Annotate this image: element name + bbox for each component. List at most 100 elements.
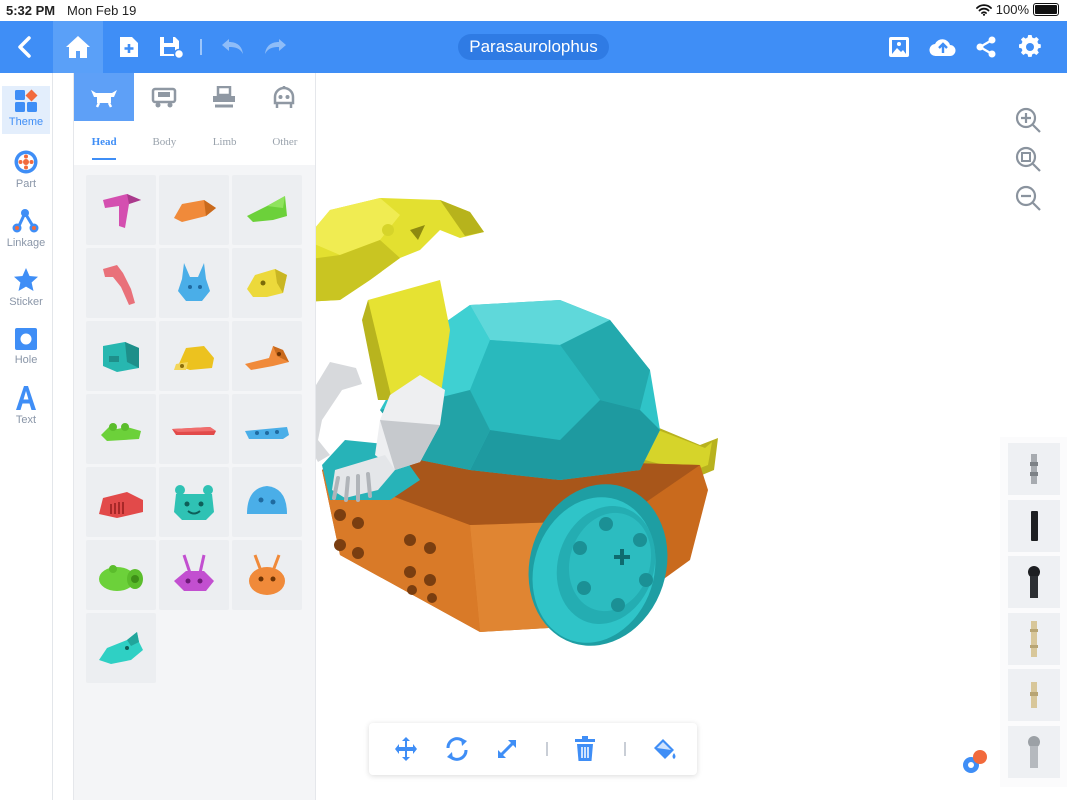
purple-bug-head-thumb — [174, 554, 214, 591]
tab-body[interactable]: Body — [134, 129, 194, 163]
model-canvas[interactable] — [302, 73, 1067, 800]
yellow-dino-head-thumb — [247, 269, 287, 297]
scale-button[interactable] — [491, 733, 523, 765]
sidebar-item-linkage[interactable]: Linkage — [2, 206, 50, 254]
zoom-in-button[interactable] — [1012, 104, 1044, 136]
part-green-snout-head[interactable] — [86, 540, 156, 610]
sidebar-item-text[interactable]: Text — [2, 383, 50, 431]
part-teal-dragon-head[interactable] — [86, 613, 156, 683]
parasaurolophus-model[interactable] — [302, 73, 1067, 800]
sidebar-item-part[interactable]: Part — [2, 147, 50, 195]
teal-bear-head-thumb — [174, 485, 214, 520]
green-frog-head-thumb — [101, 423, 141, 441]
part-orange-antenna-head[interactable] — [232, 540, 302, 610]
gray-pin-connector[interactable] — [1008, 443, 1060, 495]
orange-bird-head-thumb — [245, 346, 289, 370]
tab-head[interactable]: Head — [74, 129, 134, 163]
blue-round-head-thumb — [247, 486, 287, 514]
part-red-stick-head[interactable] — [159, 394, 229, 464]
orange-beak-head-thumb — [174, 200, 216, 222]
move-button[interactable] — [390, 733, 422, 765]
sidebar-item-hole[interactable]: Hole — [2, 324, 50, 372]
tan-long-pin-connector[interactable] — [1008, 613, 1060, 665]
parts-grid-area — [74, 165, 315, 800]
part-purple-bug-head[interactable] — [159, 540, 229, 610]
tab-vehicle[interactable] — [134, 73, 194, 121]
top-toolbar: Parasaurolophus — [0, 21, 1067, 73]
yellow-shell-head-thumb — [174, 346, 214, 370]
scale-icon — [497, 739, 517, 759]
part-blue-round-head[interactable] — [232, 467, 302, 537]
part-red-grill-head[interactable] — [86, 467, 156, 537]
blue-flat-head-thumb — [245, 427, 289, 439]
tab-limb[interactable]: Limb — [195, 129, 255, 163]
save-icon — [160, 37, 184, 59]
tan-long-pin-icon — [1030, 621, 1038, 657]
part-orange-beak-head[interactable] — [159, 175, 229, 245]
tan-pin-connector[interactable] — [1008, 669, 1060, 721]
blue-bunny-head-thumb — [178, 263, 210, 301]
part-yellow-dino-head[interactable] — [232, 248, 302, 318]
zoom-fit-button[interactable] — [1012, 143, 1044, 175]
back-button[interactable] — [0, 21, 50, 73]
part-teal-bear-head[interactable] — [159, 467, 229, 537]
text-icon — [16, 386, 36, 410]
zoom-out-icon — [1015, 185, 1041, 211]
settings-button[interactable] — [1015, 21, 1045, 73]
status-bar: 5:32 PM Mon Feb 19 100% — [0, 0, 1067, 21]
pink-crest-head-thumb — [103, 194, 141, 228]
assistant-icon — [963, 750, 987, 773]
back-icon — [18, 36, 31, 58]
paint-button[interactable] — [649, 733, 681, 765]
new-file-button[interactable] — [115, 21, 143, 73]
gray-ball-pin-icon — [1028, 736, 1040, 768]
zoom-out-button[interactable] — [1012, 182, 1044, 214]
vehicle-icon — [151, 87, 177, 108]
delete-button[interactable] — [569, 733, 601, 765]
part-blue-flat-head[interactable] — [232, 394, 302, 464]
sidebar-item-label: Sticker — [9, 296, 43, 308]
paint-icon — [654, 739, 676, 759]
toolbar-divider — [200, 39, 202, 55]
rotate-icon — [446, 737, 468, 761]
black-beam-connector[interactable] — [1008, 500, 1060, 552]
pink-longneck-head-thumb — [103, 265, 135, 305]
undo-button[interactable] — [218, 21, 248, 73]
tab-robot[interactable] — [254, 73, 314, 121]
sidebar-item-theme[interactable]: Theme — [2, 86, 50, 134]
animal-icon — [91, 90, 117, 108]
black-ball-connector[interactable] — [1008, 556, 1060, 608]
save-button[interactable] — [157, 21, 185, 73]
part-pink-crest-head[interactable] — [86, 175, 156, 245]
gray-ball-pin-connector[interactable] — [1008, 726, 1060, 778]
black-ball-icon — [1028, 566, 1040, 598]
part-teal-robot-head[interactable] — [86, 321, 156, 391]
home-icon — [66, 36, 90, 58]
part-green-croc-head[interactable] — [232, 175, 302, 245]
part-yellow-shell-head[interactable] — [159, 321, 229, 391]
part-pink-longneck-head[interactable] — [86, 248, 156, 318]
zoom-fit-icon — [1015, 146, 1041, 172]
part-orange-bird-head[interactable] — [232, 321, 302, 391]
teal-dragon-head-thumb — [99, 632, 143, 664]
tab-animal[interactable] — [74, 73, 134, 121]
part-blue-bunny-head[interactable] — [159, 248, 229, 318]
share-icon — [976, 36, 996, 58]
assistant-button[interactable] — [960, 746, 990, 776]
share-button[interactable] — [972, 21, 1000, 73]
sidebar-item-label: Hole — [14, 354, 38, 366]
cloud-upload-icon — [929, 39, 956, 57]
part-green-frog-head[interactable] — [86, 394, 156, 464]
tab-other[interactable]: Other — [255, 129, 315, 163]
redo-button[interactable] — [260, 21, 290, 73]
new-file-icon — [120, 37, 138, 57]
left-sidebar: Theme Part Linkage Sticker Hole Text — [0, 73, 53, 800]
green-snout-head-thumb — [99, 565, 143, 591]
cloud-upload-button[interactable] — [928, 21, 958, 73]
sidebar-item-sticker[interactable]: Sticker — [2, 265, 50, 313]
home-button[interactable] — [53, 21, 103, 73]
rotate-button[interactable] — [441, 733, 473, 765]
project-title[interactable]: Parasaurolophus — [458, 34, 609, 60]
tab-machine[interactable] — [194, 73, 254, 121]
gallery-button[interactable] — [885, 21, 913, 73]
